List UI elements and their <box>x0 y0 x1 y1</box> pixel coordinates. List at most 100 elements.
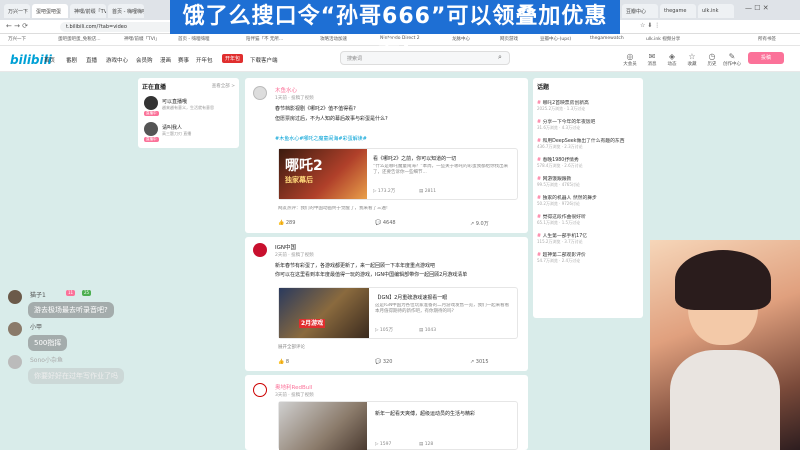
feed-card: 奥地利RedBull 3天前 · 投稿了视频 新年一起看天爽傅，超级运动员的生活… <box>245 375 528 450</box>
browser-tab[interactable]: 万兴一下 <box>4 4 30 18</box>
hot-topic-item[interactable]: # 分享一下今年的年夜饭吧 31.6万浏览 · 4.3万讨论 <box>537 118 639 131</box>
browser-tab[interactable]: thegame <box>660 4 696 18</box>
video-desc: 这是IGN中国为各位玩家准备的二月游戏发售一览，我们一起来看看本月值得期待的新作… <box>375 303 510 314</box>
live-badge: 直播中 <box>144 137 159 142</box>
comment-button[interactable]: 💬 320 <box>375 359 392 365</box>
video-title[interactable]: 看《哪吒2》之前，你可以知道的一切 <box>373 155 456 162</box>
browser-tab[interactable]: 蛋吧蛋吧蛋 <box>32 4 68 18</box>
bookmark-item[interactable]: 万兴一下 <box>8 36 26 42</box>
search-input[interactable]: 搜索词 <box>340 51 510 65</box>
nav-item[interactable]: 漫画 <box>160 56 171 64</box>
bookmark-item[interactable]: ulk.ink 视频分享 <box>646 36 680 42</box>
live-user-desc: 越来越有意义，生活就有意思 <box>162 105 214 110</box>
feed-card: 木鱼水心 1天前 · 投稿了视频 春节档影视剧《哪吒2》值不值得看? 但愿票房过… <box>245 78 528 233</box>
post-tags[interactable]: #木鱼水心#哪吒之魔童闹海#彩蛋解读# <box>275 135 367 143</box>
bookmark-item[interactable]: 攻略活动加速 <box>320 36 347 42</box>
browser-tab[interactable]: 豆瓣中心 <box>622 4 658 18</box>
avatar[interactable] <box>253 86 267 100</box>
like-button[interactable]: 👍 289 <box>278 220 295 226</box>
bookmark-item[interactable]: 网页游戏 <box>500 36 518 42</box>
video-danmu: ▤ 128 <box>419 442 434 447</box>
video-desc: “什么是哪吒魔童闹海？”本周，一些关于哪吒的彩蛋我都给你找出来了，还要告诉你一些… <box>373 164 509 175</box>
comment-preview: 网友热评：我们的中国动画终于觉醒了，我来看了三遍! <box>278 206 388 211</box>
hot-topic-item[interactable]: # 和用DeepSeek做出了什么有趣的东西 436.7万浏览 · 2.3万讨论 <box>537 137 639 150</box>
bookmark-item[interactable]: 龙脉中心 <box>452 36 470 42</box>
hot-topic-item[interactable]: # 春晚1980抒情秀 578.4万浏览 · 2.6万讨论 <box>537 156 639 169</box>
window-controls[interactable]: — ☐ ✕ <box>745 4 769 12</box>
share-button[interactable]: ↗ 3015 <box>470 359 489 365</box>
video-card[interactable]: 2月游戏 【IGN】2月重磅游戏速报看一眼 这是IGN中国为各位玩家准备的二月游… <box>278 287 518 339</box>
author-name[interactable]: 奥地利RedBull <box>275 383 312 391</box>
avatar[interactable] <box>144 96 158 110</box>
bookmark-item[interactable]: 蛋吧蛋吧蛋_免税店... <box>58 36 101 42</box>
dynamic-icon[interactable]: ◈ 动态 <box>662 52 682 67</box>
video-card[interactable]: 哪吒2 独家幕后 看《哪吒2》之前，你可以知道的一切 “什么是哪吒魔童闹海？”本周… <box>278 148 518 200</box>
post-text: 你可以在这里看到本年度最值得一玩的游戏，IGN中国编辑部带你一起回顾2月游戏清单 <box>275 272 468 278</box>
favorite-icon[interactable]: ☆ 收藏 <box>682 52 702 67</box>
chat-username: 猫子1 <box>30 292 46 299</box>
nav-item[interactable]: 开年包 <box>196 56 213 64</box>
video-card[interactable]: 新年一起看天爽傅，超级运动员的生活与精彩 ▷ 1597 ▤ 128 <box>278 401 518 450</box>
live-more-link[interactable]: 查看全部 > <box>212 83 235 89</box>
live-user-desc: 高三题刀刃 直播 <box>162 131 192 136</box>
nav-item[interactable]: 赛事 <box>178 56 189 64</box>
event-tag[interactable]: 开年包 <box>222 54 244 63</box>
bookmark-item[interactable]: 陪伴猫「不 无所... <box>246 36 283 42</box>
nav-item[interactable]: 直播 <box>86 56 97 64</box>
browser-toolbar-icons[interactable]: ☆ ⬇ ⋮ <box>640 22 660 29</box>
bookmark-item[interactable]: 所有书签 <box>758 36 776 42</box>
level-badge: 11 <box>66 290 76 296</box>
level-badge: 25 <box>82 290 92 296</box>
hot-topic-item[interactable]: # 哪吒2首映票房创新高 2025.2万浏览 · 1.3万讨论 <box>537 99 639 112</box>
upload-button[interactable]: 投稿 <box>748 52 784 64</box>
download-client-link[interactable]: 下载客户端 <box>250 56 278 64</box>
live-badge: 直播中 <box>144 111 159 116</box>
vip-icon[interactable]: ◎ 大会员 <box>620 52 640 67</box>
avatar[interactable] <box>253 243 267 257</box>
nav-item[interactable]: 番剧 <box>66 56 77 64</box>
video-views: ▷ 1597 <box>375 442 392 447</box>
video-thumbnail[interactable] <box>279 402 367 450</box>
chat-message-faded: 你要好好在过年写作业了吗 <box>28 368 124 384</box>
live-user-name[interactable]: 请叫我人 <box>162 124 182 131</box>
bookmark-item[interactable]: thegamewatch <box>590 36 624 41</box>
video-thumbnail[interactable]: 2月游戏 <box>279 288 369 338</box>
like-button[interactable]: 👍 8 <box>278 359 289 365</box>
streamer-hair <box>675 250 771 310</box>
nav-item[interactable]: 游戏中心 <box>106 56 128 64</box>
avatar[interactable] <box>253 383 267 397</box>
browser-tab[interactable]: 神嘿/前缀「TVI」 <box>70 4 106 18</box>
hot-topic-item[interactable]: # 独家的机器人 然然的舞步 50.2万浏览 · 9726讨论 <box>537 194 639 207</box>
search-icon[interactable]: ⌕ <box>498 53 502 62</box>
bookmark-item[interactable]: 豆瓣中心-(ups) <box>540 36 571 42</box>
avatar <box>8 355 22 369</box>
browser-tab[interactable]: ulk.ink <box>698 4 734 18</box>
author-name[interactable]: 木鱼水心 <box>275 86 297 94</box>
hot-topic-item[interactable]: # 人生第一部手机17亿 115.2万浏览 · 3.7万讨论 <box>537 232 639 245</box>
video-thumbnail[interactable]: 哪吒2 独家幕后 <box>279 149 367 199</box>
post-text: 新年春节有彩蛋了，各游戏都更新了，来一起回顾一下本年度重点游戏吧 <box>275 263 436 269</box>
live-user-name[interactable]: 可以直播哦 <box>162 98 187 105</box>
nav-item[interactable]: 会员购 <box>136 56 153 64</box>
nav-item[interactable]: 首页 <box>44 56 55 64</box>
creator-icon[interactable]: ✎ 创作中心 <box>722 52 742 67</box>
hot-topics-title: 话题 <box>537 84 550 91</box>
history-icon[interactable]: ◷ 历史 <box>702 52 722 67</box>
share-button[interactable]: ↗ 9.0万 <box>470 220 489 227</box>
bookmark-item[interactable]: 神嘿/前缀「TVI」 <box>124 36 160 42</box>
comment-preview[interactable]: 展开全部评论 <box>278 345 305 351</box>
bookmark-item[interactable]: 首页 - 嗨哩嗨哩 <box>178 36 209 42</box>
message-icon[interactable]: ✉ 消息 <box>642 52 662 67</box>
site-header: bilibili 首页 番剧 直播 游戏中心 会员购 漫画 赛事 开年包 开年包… <box>0 46 800 72</box>
browser-tab[interactable]: 首页 - 嗨哩嗨哩 <box>108 4 144 18</box>
hot-topic-item[interactable]: # 网游饿跟跟教 99.5万浏览 · 4765讨论 <box>537 175 639 188</box>
post-meta: 3天前 · 投稿了视频 <box>275 393 314 398</box>
video-title[interactable]: 新年一起看天爽傅，超级运动员的生活与精彩 <box>375 410 475 417</box>
hot-topic-item[interactable]: # 超神第二部观影评价 54.7万浏览 · 2.4万讨论 <box>537 251 639 264</box>
avatar[interactable] <box>144 122 158 136</box>
video-title[interactable]: 【IGN】2月重磅游戏速报看一眼 <box>375 294 447 301</box>
comment-button[interactable]: 💬 4648 <box>375 220 396 226</box>
author-name[interactable]: IGN中国 <box>275 243 296 251</box>
nav-arrows-icon[interactable]: ← → ⟳ <box>6 22 28 30</box>
hot-topic-item[interactable]: # 觉得这段作曲很好听 65.1万浏览 · 1.5万讨论 <box>537 213 639 226</box>
